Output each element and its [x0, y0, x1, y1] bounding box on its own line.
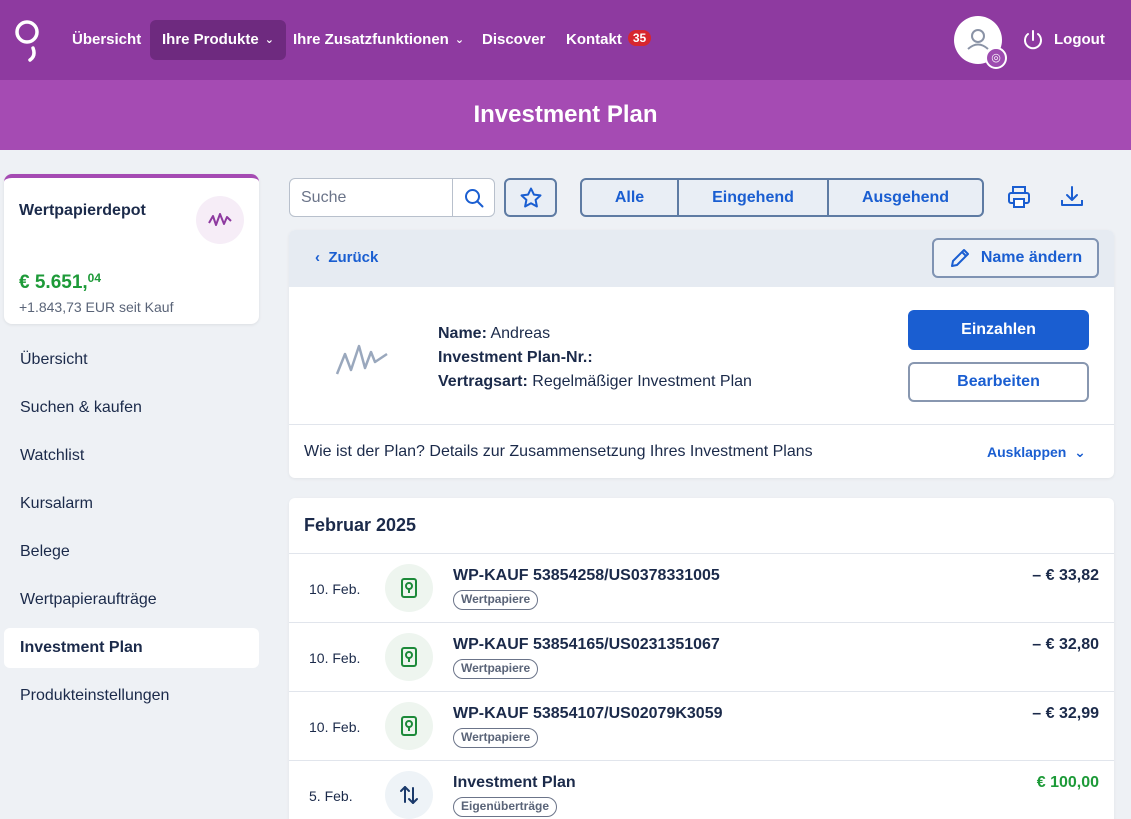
divider — [289, 424, 1114, 425]
direction-filter: Alle Eingehend Ausgehend — [580, 178, 984, 217]
sidebar-item-investment-plan[interactable]: Investment Plan — [4, 628, 259, 668]
depot-value: € 5.651,04 — [19, 271, 102, 293]
expand-button[interactable]: Ausklappen ⌄ — [987, 444, 1086, 461]
transaction-amount: – € 32,99 — [1032, 705, 1099, 722]
category-tag: Wertpapiere — [453, 728, 539, 748]
favorite-button[interactable] — [504, 178, 557, 217]
category-tag: Wertpapiere — [453, 659, 539, 679]
chart-wave-icon — [335, 344, 388, 375]
print-icon[interactable] — [1006, 184, 1032, 210]
transaction-title: Investment Plan — [453, 774, 576, 791]
filter-ausgehend[interactable]: Ausgehend — [829, 180, 982, 215]
kontakt-count-badge: 35 — [627, 30, 652, 46]
download-icon[interactable] — [1059, 184, 1085, 210]
plan-detail-panel: ‹ Zurück Name ändern Name: Andreas Inves… — [289, 230, 1114, 478]
security-icon — [385, 564, 433, 612]
pencil-icon — [950, 249, 969, 267]
transaction-row[interactable]: 5. Feb. Investment Plan Eigenüberträge €… — [289, 760, 1114, 819]
plan-name-line: Name: Andreas — [438, 325, 551, 342]
transaction-date: 10. Feb. — [309, 650, 361, 666]
sidebar-item-kursalarm[interactable]: Kursalarm — [4, 484, 259, 524]
nav-discover[interactable]: Discover — [470, 20, 557, 60]
depot-change: +1.843,73 EUR seit Kauf — [19, 299, 174, 315]
transaction-amount: – € 32,80 — [1032, 636, 1099, 653]
search-button[interactable] — [452, 179, 494, 216]
sidebar-item-belege[interactable]: Belege — [4, 532, 259, 572]
chevron-down-icon: ⌄ — [454, 34, 465, 46]
category-tag: Eigenüberträge — [453, 797, 558, 817]
plan-number-line: Investment Plan-Nr.: — [438, 349, 593, 366]
chevron-down-icon: ⌄ — [1074, 444, 1086, 460]
search-input[interactable] — [290, 179, 452, 216]
sidebar-item-watchlist[interactable]: Watchlist — [4, 436, 259, 476]
transaction-title: WP-KAUF 53854258/US0378331005 — [453, 567, 720, 584]
transaction-amount: € 100,00 — [1036, 774, 1099, 791]
nav-kontakt[interactable]: Kontakt 35 — [554, 20, 663, 60]
category-tag: Wertpapiere — [453, 590, 539, 610]
logout-button[interactable]: Logout — [1022, 20, 1105, 60]
security-icon — [385, 633, 433, 681]
sidebar-item-uebersicht[interactable]: Übersicht — [4, 340, 259, 380]
edit-button[interactable]: Bearbeiten — [908, 362, 1089, 402]
nav-ihre-produkte[interactable]: Ihre Produkte ⌄ — [150, 20, 286, 60]
transaction-date: 10. Feb. — [309, 719, 361, 735]
top-navigation: Übersicht Ihre Produkte ⌄ Ihre Zusatzfunk… — [0, 0, 1131, 80]
chart-wave-icon — [196, 196, 244, 244]
brand-logo[interactable] — [14, 18, 42, 62]
chevron-left-icon: ‹ — [315, 249, 320, 266]
detail-header: ‹ Zurück Name ändern — [289, 230, 1114, 287]
transaction-date: 10. Feb. — [309, 581, 361, 597]
depot-card[interactable]: Wertpapierdepot € 5.651,04 +1.843,73 EUR… — [4, 174, 259, 324]
filter-alle[interactable]: Alle — [582, 180, 679, 215]
chevron-down-icon: ⌄ — [264, 34, 274, 46]
power-icon — [1024, 30, 1042, 50]
nav-uebersicht[interactable]: Übersicht — [60, 20, 153, 60]
page-title: Investment Plan — [0, 80, 1131, 150]
transaction-row[interactable]: 10. Feb. WP-KAUF 53854107/US02079K3059 W… — [289, 691, 1114, 760]
transfer-icon — [385, 771, 433, 819]
transaction-title: WP-KAUF 53854107/US02079K3059 — [453, 705, 723, 722]
sidebar-item-produkteinstellungen[interactable]: Produkteinstellungen — [4, 676, 259, 716]
nav-zusatzfunktionen[interactable]: Ihre Zusatzfunktionen ⌄ — [281, 20, 476, 60]
star-icon — [520, 187, 541, 207]
transactions-panel: Februar 2025 10. Feb. WP-KAUF 53854258/U… — [289, 498, 1114, 819]
rename-button[interactable]: Name ändern — [932, 238, 1099, 278]
sidebar-item-suchen-kaufen[interactable]: Suchen & kaufen — [4, 388, 259, 428]
transaction-title: WP-KAUF 53854165/US0231351067 — [453, 636, 720, 653]
sidebar-item-wertpapierauftraege[interactable]: Wertpapieraufträge — [4, 580, 259, 620]
settings-badge-icon: ◎ — [985, 47, 1007, 69]
transaction-row[interactable]: 10. Feb. WP-KAUF 53854258/US0378331005 W… — [289, 553, 1114, 622]
search-box — [289, 178, 495, 217]
month-heading: Februar 2025 — [304, 515, 417, 535]
back-link[interactable]: ‹ Zurück — [315, 249, 378, 266]
plan-info: Name: Andreas Investment Plan-Nr.: Vertr… — [438, 322, 752, 394]
filter-eingehend[interactable]: Eingehend — [679, 180, 829, 215]
security-icon — [385, 702, 433, 750]
transaction-date: 5. Feb. — [309, 788, 353, 804]
transaction-amount: – € 33,82 — [1032, 567, 1099, 584]
search-icon — [464, 188, 483, 207]
deposit-button[interactable]: Einzahlen — [908, 310, 1089, 350]
transaction-row[interactable]: 10. Feb. WP-KAUF 53854165/US0231351067 W… — [289, 622, 1114, 691]
plan-composition-question: Wie ist der Plan? Details zur Zusammense… — [304, 443, 813, 460]
depot-title: Wertpapierdepot — [19, 202, 146, 219]
plan-contract-line: Vertragsart: Regelmäßiger Investment Pla… — [438, 373, 752, 390]
